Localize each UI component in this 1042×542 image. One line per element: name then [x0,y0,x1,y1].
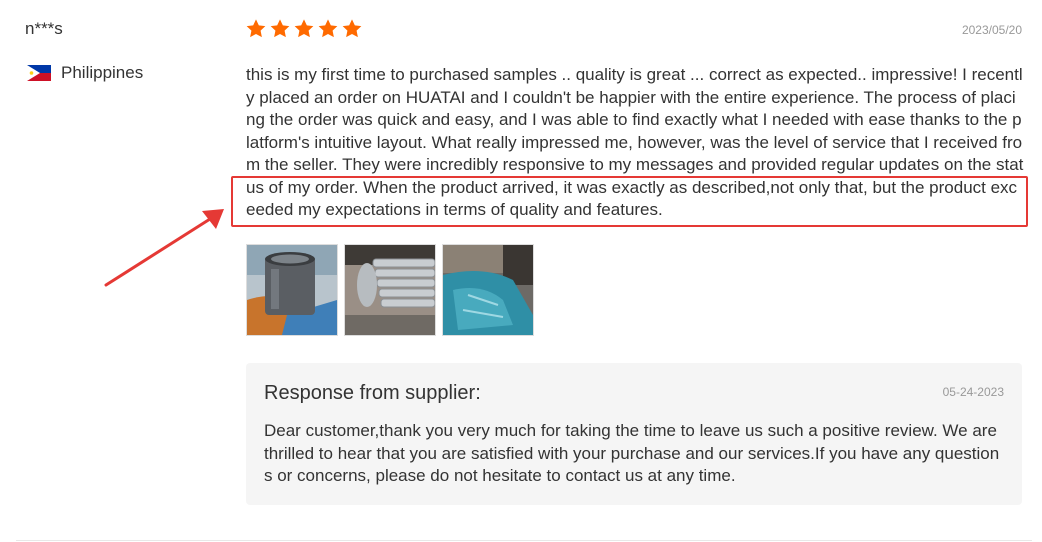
country-label: Philippines [61,63,144,82]
review-photo-thumbnail[interactable] [344,244,436,336]
philippines-flag-icon [27,65,51,81]
review-date: 2023/05/20 [961,23,1022,37]
review-text: this is my first time to purchased sampl… [246,65,1024,219]
review-photo-thumbnail[interactable] [442,244,534,336]
response-title: Response from supplier: [264,382,481,404]
response-text: Dear customer,thank you very much for ta… [264,421,1000,485]
star-icon [270,19,290,38]
reviewer-country: Philippines [27,62,143,84]
star-icon [342,19,362,38]
review-photo-thumbnail[interactable] [246,244,338,336]
supplier-response: Response from supplier: 05-24-2023 Dear … [246,363,1022,505]
review-photos [246,244,534,336]
star-icon [294,19,314,38]
reviewer-name: n***s [25,19,63,38]
star-icon [318,19,338,38]
rating-stars [245,18,363,40]
divider [16,540,1032,541]
annotation-arrow-icon [104,209,224,287]
response-date: 05-24-2023 [942,385,1004,399]
star-icon [246,19,266,38]
